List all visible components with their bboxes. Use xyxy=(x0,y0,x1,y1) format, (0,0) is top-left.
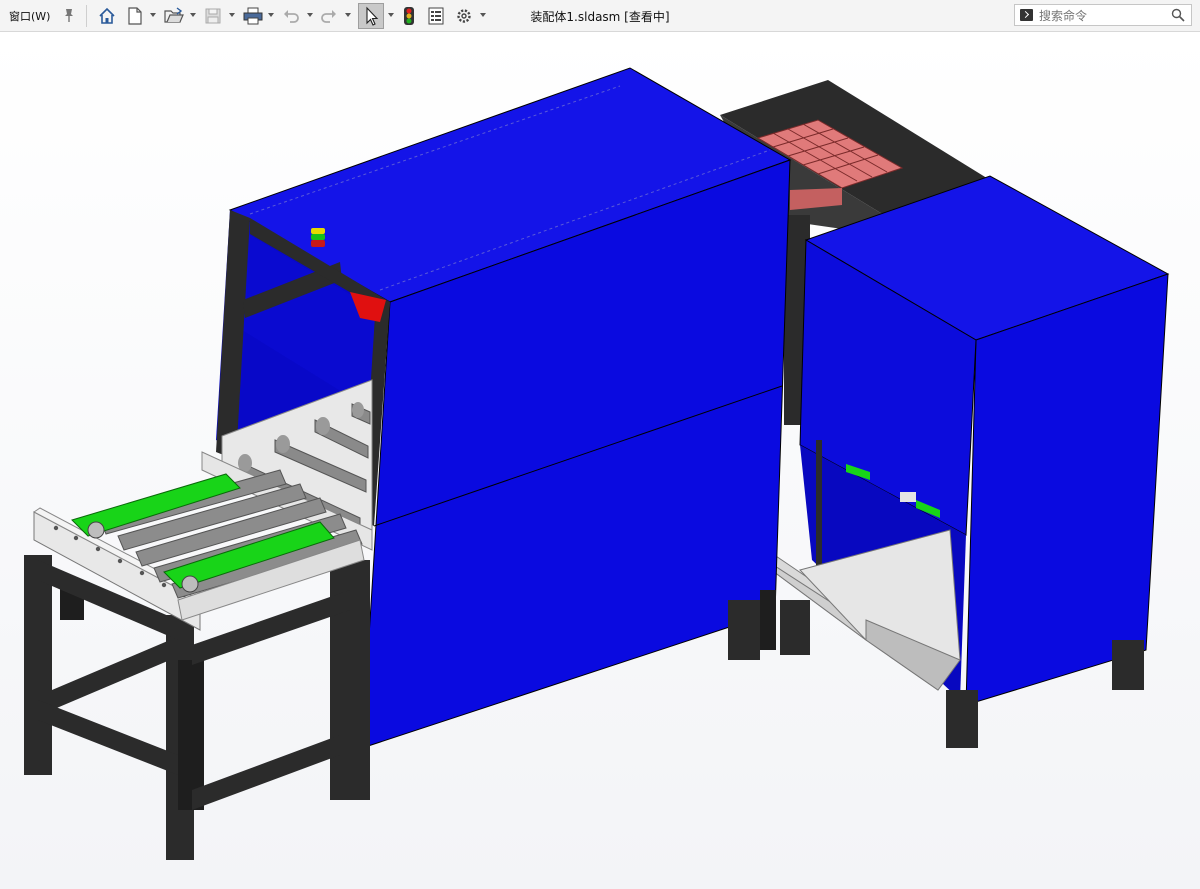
undo-icon xyxy=(284,10,299,23)
new-document-icon xyxy=(128,7,142,25)
rebuild-traffic-light-icon xyxy=(404,7,414,25)
redo-button[interactable] xyxy=(320,5,338,27)
file-properties-icon xyxy=(428,7,444,25)
undo-button[interactable] xyxy=(282,5,300,27)
options-gear-icon xyxy=(457,9,471,23)
file-properties-button[interactable] xyxy=(428,5,444,27)
save-button[interactable] xyxy=(204,5,222,27)
search-input[interactable] xyxy=(1037,6,1171,26)
rebuild-button[interactable] xyxy=(403,5,415,27)
redo-icon xyxy=(321,10,336,23)
pin-icon[interactable] xyxy=(62,7,76,23)
save-icon xyxy=(205,8,221,24)
print-button[interactable] xyxy=(243,5,263,27)
window-menu[interactable]: 窗口(W) xyxy=(9,8,50,24)
print-icon xyxy=(243,7,263,25)
top-toolbar: 窗口(W) 装配体1.sldasm [查看中] xyxy=(0,0,1200,32)
home-button[interactable] xyxy=(98,5,116,27)
signal-tower xyxy=(311,228,325,247)
options-button[interactable] xyxy=(455,5,473,27)
graphics-viewport[interactable] xyxy=(0,32,1200,889)
search-commands-box[interactable] xyxy=(1014,4,1192,26)
search-icon[interactable] xyxy=(1171,8,1185,22)
select-button[interactable] xyxy=(358,3,384,29)
command-prompt-icon xyxy=(1020,9,1033,21)
home-icon xyxy=(99,7,115,24)
new-document-button[interactable] xyxy=(127,5,143,27)
select-arrow-icon xyxy=(366,6,379,26)
open-button[interactable] xyxy=(164,5,184,27)
open-folder-icon xyxy=(164,7,184,23)
